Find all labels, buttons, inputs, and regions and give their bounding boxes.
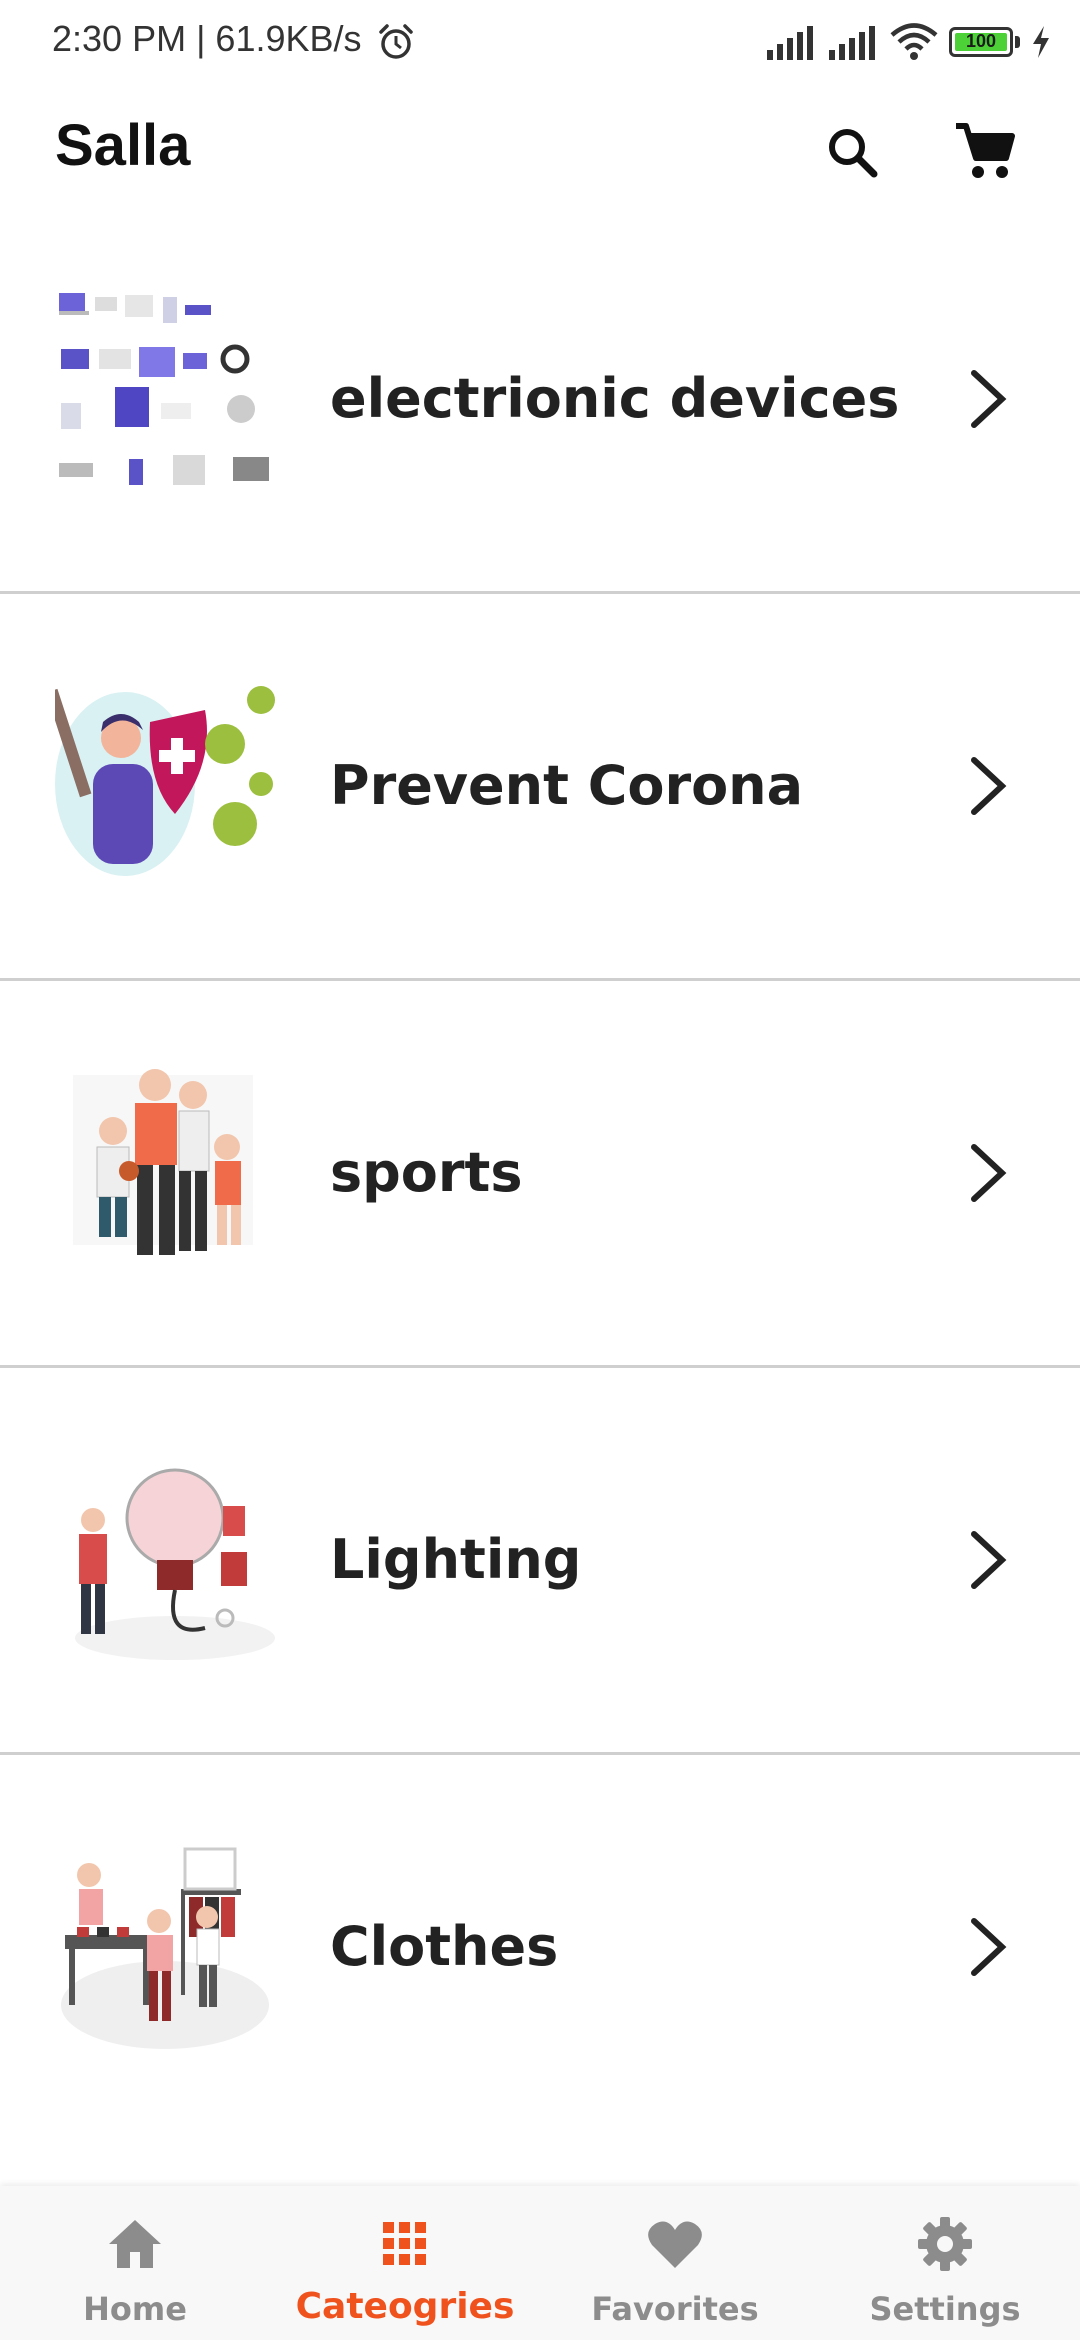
bottom-navigation: Home Cateogries Favorites Settings xyxy=(0,2186,1080,2340)
signal-icon-2 xyxy=(829,26,875,60)
chevron-right-icon xyxy=(971,1531,1007,1589)
category-label: sports xyxy=(330,1141,523,1204)
status-indicators: 100 xyxy=(765,22,1052,62)
chevron-right-icon xyxy=(971,370,1007,428)
gear-icon xyxy=(918,2217,972,2271)
sports-thumbnail xyxy=(73,1069,253,1255)
prevent-corona-thumbnail xyxy=(55,686,275,876)
nav-label-categories: Cateogries xyxy=(295,2286,515,2327)
signal-icon-1 xyxy=(767,26,813,60)
home-icon xyxy=(109,2220,161,2268)
grid-icon xyxy=(383,2222,426,2265)
lighting-thumbnail xyxy=(75,1468,275,1660)
app-bar: Salla xyxy=(0,100,1080,200)
nav-label-home: Home xyxy=(83,2290,187,2328)
nav-item-favorites[interactable]: Favorites xyxy=(540,2186,810,2340)
cart-icon[interactable] xyxy=(950,118,1020,188)
clothes-thumbnail xyxy=(61,1847,269,2049)
status-time-speed: 2:30 PM | 61.9KB/s xyxy=(52,18,362,59)
wifi-icon xyxy=(890,23,938,60)
category-item-clothes[interactable]: Clothes xyxy=(0,1755,1080,2142)
battery-level: 100 xyxy=(965,31,997,51)
alarm-icon xyxy=(379,24,413,59)
category-label: Clothes xyxy=(330,1915,559,1978)
status-bar: 2:30 PM | 61.9KB/s 100 xyxy=(0,0,1080,86)
category-label: electrionic devices xyxy=(330,367,900,430)
nav-label-favorites: Favorites xyxy=(591,2290,759,2328)
category-item-electronic-devices[interactable]: electrionic devices xyxy=(0,207,1080,594)
search-icon[interactable] xyxy=(818,118,888,188)
chevron-right-icon xyxy=(971,757,1007,815)
battery-tip xyxy=(1015,36,1020,48)
category-item-lighting[interactable]: Lighting xyxy=(0,1368,1080,1755)
category-label: Prevent Corona xyxy=(330,754,804,817)
charging-bolt-icon xyxy=(1033,26,1049,58)
category-item-prevent-corona[interactable]: Prevent Corona xyxy=(0,594,1080,981)
electronic-devices-thumbnail xyxy=(59,293,269,485)
app-title: Salla xyxy=(55,113,191,178)
category-list: electrionic devices Prevent Corona sport… xyxy=(0,207,1080,2142)
nav-label-settings: Settings xyxy=(869,2290,1021,2328)
category-label: Lighting xyxy=(330,1528,582,1591)
battery-indicator: 100 xyxy=(949,27,1013,57)
chevron-right-icon xyxy=(971,1918,1007,1976)
chevron-right-icon xyxy=(971,1144,1007,1202)
category-item-sports[interactable]: sports xyxy=(0,981,1080,1368)
nav-item-home[interactable]: Home xyxy=(0,2186,270,2340)
nav-item-settings[interactable]: Settings xyxy=(810,2186,1080,2340)
nav-item-categories[interactable]: Cateogries xyxy=(270,2186,540,2340)
heart-icon xyxy=(648,2221,702,2268)
